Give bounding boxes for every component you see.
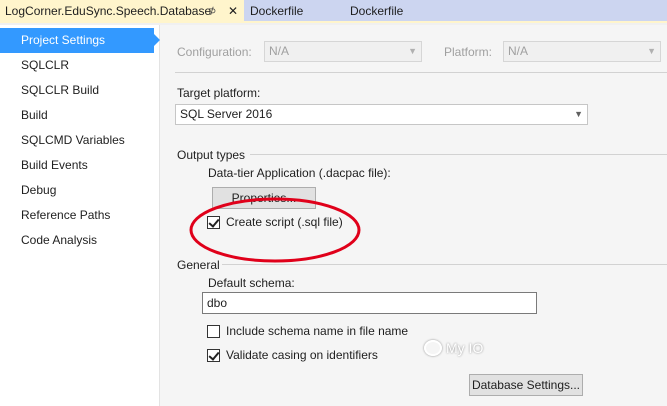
create-script-checkbox[interactable] xyxy=(207,216,220,229)
pin-icon[interactable]: ⊅ xyxy=(208,0,216,23)
chevron-down-icon: ▼ xyxy=(574,109,583,119)
validate-casing-label: Validate casing on identifiers xyxy=(226,348,378,362)
divider xyxy=(175,72,667,73)
validate-casing-checkbox[interactable] xyxy=(207,349,220,362)
default-schema-label: Default schema: xyxy=(208,276,295,290)
configuration-label: Configuration: xyxy=(177,45,252,59)
settings-sidebar: Project Settings SQLCLR SQLCLR Build Bui… xyxy=(0,25,160,406)
properties-button[interactable]: Properties... xyxy=(212,187,316,209)
close-icon[interactable]: ✕ xyxy=(228,0,238,23)
watermark-text: My IO xyxy=(446,340,484,356)
target-platform-label: Target platform: xyxy=(177,86,261,100)
sidebar-item-code-analysis[interactable]: Code Analysis xyxy=(0,228,160,253)
configuration-value: N/A xyxy=(269,44,290,58)
watermark: My IO xyxy=(424,340,483,356)
dacpac-label: Data-tier Application (.dacpac file): xyxy=(208,166,391,180)
platform-label: Platform: xyxy=(444,45,493,59)
target-platform-select[interactable]: SQL Server 2016 ▼ xyxy=(175,104,588,125)
platform-select[interactable]: N/A ▼ xyxy=(503,41,661,62)
document-tab-strip: LogCorner.EduSync.Speech.Database ⊅ ✕ Do… xyxy=(0,0,667,23)
sidebar-item-reference-paths[interactable]: Reference Paths xyxy=(0,203,160,228)
configuration-select[interactable]: N/A ▼ xyxy=(264,41,422,62)
include-schema-checkbox[interactable] xyxy=(207,325,220,338)
sidebar-item-build[interactable]: Build xyxy=(0,103,160,128)
sidebar-item-debug[interactable]: Debug xyxy=(0,178,160,203)
chat-bubble-icon xyxy=(424,340,442,356)
chevron-down-icon: ▼ xyxy=(408,46,417,56)
sidebar-item-build-events[interactable]: Build Events xyxy=(0,153,160,178)
include-schema-label: Include schema name in file name xyxy=(226,324,409,338)
chevron-down-icon: ▼ xyxy=(647,46,656,56)
default-schema-input[interactable]: dbo xyxy=(202,292,537,314)
project-properties-window: LogCorner.EduSync.Speech.Database ⊅ ✕ Do… xyxy=(0,0,667,406)
settings-panel: Configuration: N/A ▼ Platform: N/A ▼ Tar… xyxy=(160,25,667,406)
divider xyxy=(250,154,667,155)
target-platform-value: SQL Server 2016 xyxy=(180,107,273,121)
tab-dockerfile-1[interactable]: Dockerfile xyxy=(250,0,303,23)
tab-database-project[interactable]: LogCorner.EduSync.Speech.Database ⊅ ✕ xyxy=(0,0,244,23)
sidebar-item-sqlcmd-variables[interactable]: SQLCMD Variables xyxy=(0,128,160,153)
tab-dockerfile-2[interactable]: Dockerfile xyxy=(350,0,403,23)
platform-value: N/A xyxy=(508,44,529,58)
output-types-heading: Output types xyxy=(177,148,246,162)
sidebar-item-sqlclr[interactable]: SQLCLR xyxy=(0,53,160,78)
database-settings-button[interactable]: Database Settings... xyxy=(469,374,583,396)
create-script-label: Create script (.sql file) xyxy=(226,215,343,229)
tab-label: LogCorner.EduSync.Speech.Database xyxy=(5,4,212,18)
sidebar-item-sqlclr-build[interactable]: SQLCLR Build xyxy=(0,78,160,103)
general-heading: General xyxy=(177,258,220,272)
sidebar-item-project-settings[interactable]: Project Settings xyxy=(0,28,160,53)
divider xyxy=(222,264,667,265)
